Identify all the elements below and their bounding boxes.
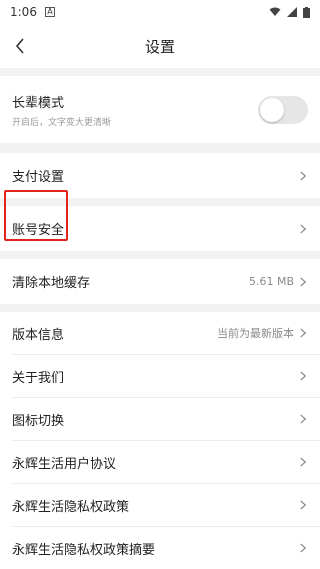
user-agreement-row[interactable]: 永辉生活用户协议	[0, 441, 320, 483]
back-button[interactable]	[8, 34, 32, 58]
signal-icon	[287, 7, 297, 17]
version-status-value: 当前为最新版本	[217, 327, 294, 340]
payment-settings-label: 支付设置	[12, 170, 65, 185]
chevron-right-icon	[300, 170, 307, 181]
version-info-label: 版本信息	[12, 327, 65, 343]
elder-mode-row: 长辈模式 开启后，文字变大更清晰	[0, 76, 320, 143]
payment-right	[298, 170, 308, 181]
chevron-right-icon	[300, 414, 307, 424]
section-gap	[0, 68, 320, 76]
chevron-right-icon	[300, 276, 307, 287]
cache-size-value: 5.61 MB	[248, 275, 294, 288]
section-gap	[0, 304, 320, 312]
about-us-label: 关于我们	[12, 370, 65, 386]
clear-cache-label: 清除本地缓存	[12, 276, 91, 291]
chevron-right-icon	[300, 457, 307, 467]
chevron-right-icon	[300, 500, 307, 510]
status-icons	[269, 6, 310, 18]
elder-mode-subtitle: 开启后，文字变大更清晰	[12, 117, 112, 128]
section-gap	[0, 143, 320, 153]
elder-mode-toggle[interactable]	[258, 95, 308, 124]
user-agreement-right	[298, 457, 308, 467]
toggle-knob	[260, 97, 284, 122]
notification-badge-icon: A	[44, 7, 55, 17]
chevron-right-icon	[300, 328, 307, 338]
chevron-left-icon	[15, 38, 24, 54]
privacy-policy-label: 永辉生活隐私权政策	[12, 499, 130, 515]
status-bar: 1:06 A	[0, 0, 320, 24]
privacy-policy-right	[298, 500, 308, 510]
version-info-row[interactable]: 版本信息 当前为最新版本	[0, 312, 320, 354]
status-left: 1:06 A	[10, 5, 55, 19]
user-agreement-label: 永辉生活用户协议	[12, 456, 117, 472]
wifi-icon	[269, 7, 281, 16]
version-right: 当前为最新版本	[217, 325, 308, 341]
clear-cache-row[interactable]: 清除本地缓存 5.61 MB	[0, 259, 320, 304]
about-us-row[interactable]: 关于我们	[0, 355, 320, 397]
section-gap	[0, 251, 320, 259]
account-security-right	[298, 223, 308, 234]
info-list: 版本信息 当前为最新版本 关于我们 图标切换 永辉生活用户协议 永辉生活隐私权政…	[0, 312, 320, 569]
page-title: 设置	[144, 37, 175, 56]
chevron-right-icon	[300, 543, 307, 553]
elder-mode-label: 长辈模式	[12, 95, 65, 111]
chevron-right-icon	[300, 371, 307, 381]
clear-cache-right: 5.61 MB	[249, 275, 308, 288]
privacy-summary-right	[298, 543, 308, 553]
icon-switch-row[interactable]: 图标切换	[0, 398, 320, 440]
privacy-summary-label: 永辉生活隐私权政策摘要	[12, 542, 156, 558]
elder-mode-right	[258, 95, 308, 124]
status-time: 1:06	[10, 5, 37, 19]
chevron-right-icon	[300, 223, 307, 234]
app-bar: 设置	[0, 24, 320, 68]
battery-icon	[303, 6, 310, 18]
about-right	[298, 371, 308, 381]
highlight-box	[4, 190, 68, 241]
privacy-policy-row[interactable]: 永辉生活隐私权政策	[0, 484, 320, 526]
elder-mode-text: 长辈模式 开启后，文字变大更清晰	[12, 92, 111, 128]
privacy-summary-row[interactable]: 永辉生活隐私权政策摘要	[0, 527, 320, 569]
icon-switch-right	[298, 414, 308, 424]
icon-switch-label: 图标切换	[12, 413, 65, 429]
